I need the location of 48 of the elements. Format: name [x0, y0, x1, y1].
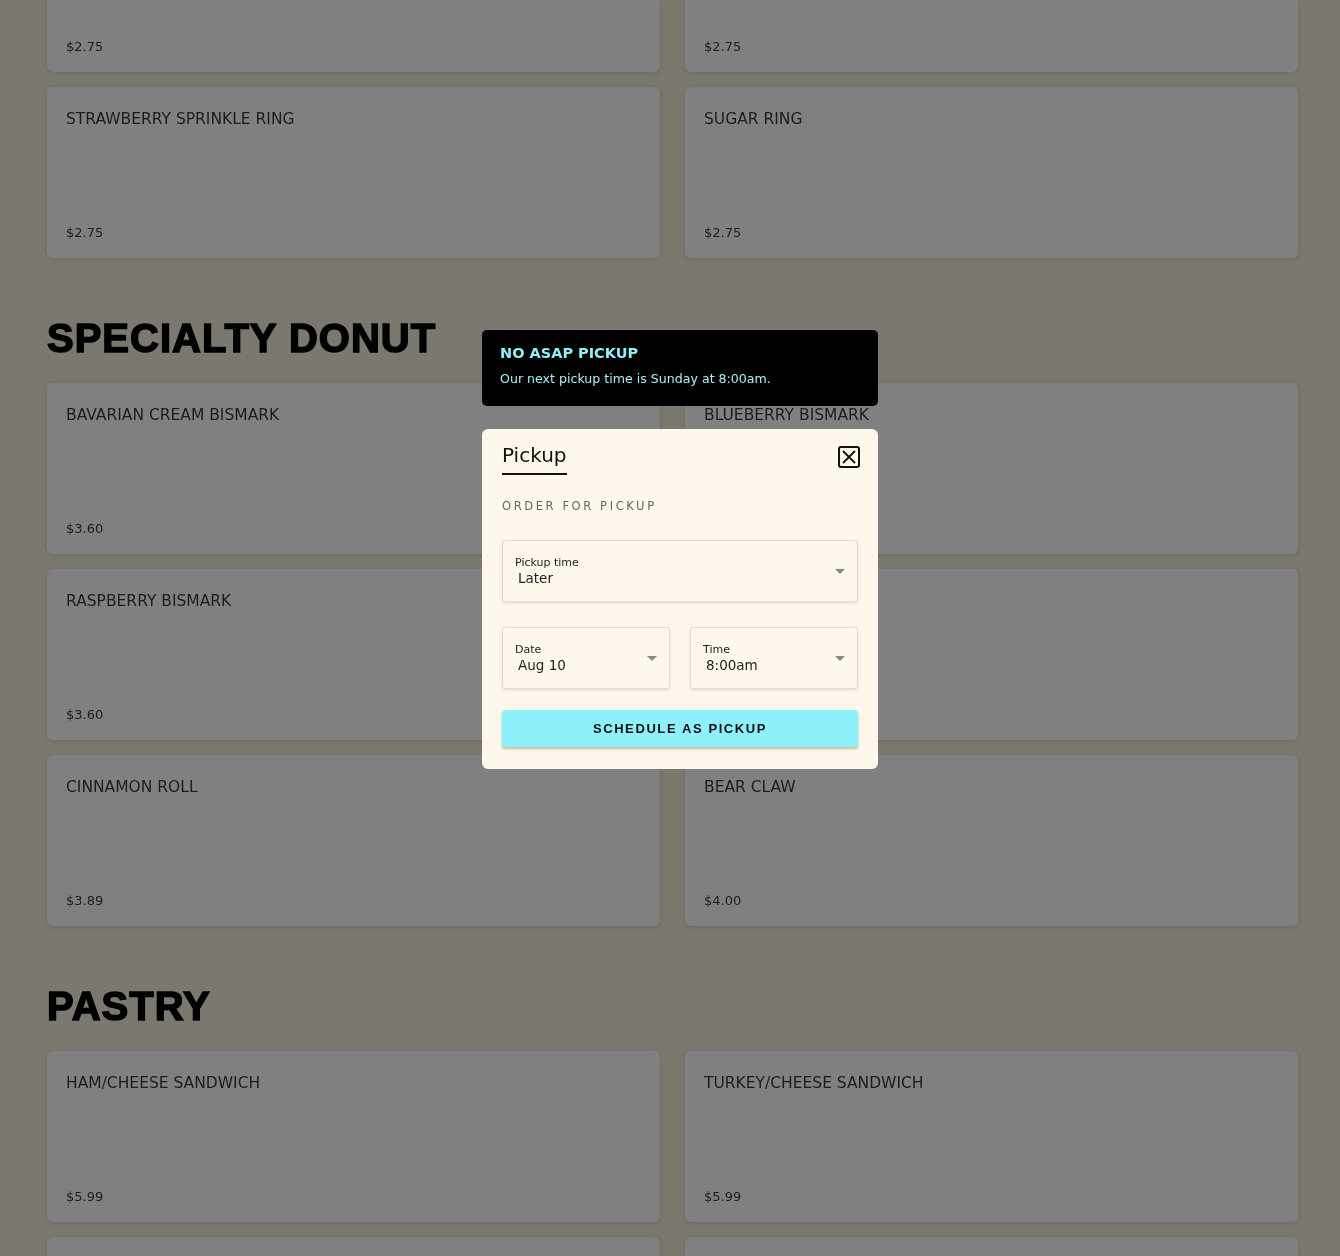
item-price: $2.75 — [66, 39, 104, 54]
field-value: Later — [518, 570, 554, 586]
menu-item-card[interactable]: STRAWBERRY SPRINKLE RING $2.75 — [47, 87, 660, 258]
section-heading: SPECIALTY DONUT — [47, 317, 437, 359]
field-value: 8:00am — [706, 657, 758, 673]
menu-item-card[interactable]: CINNAMON ROLL $3.89 — [47, 755, 660, 926]
item-price: $3.89 — [66, 893, 104, 908]
select-field[interactable]: Date Aug 10 — [502, 627, 670, 689]
item-price: $5.99 — [66, 1189, 104, 1204]
item-name: BEAR CLAW — [704, 778, 796, 796]
menu-item-card[interactable]: SUGAR RING $2.75 — [685, 87, 1298, 258]
schedule-button[interactable]: SCHEDULE AS PICKUP — [502, 710, 858, 747]
menu-item-card[interactable]: $2.75 — [47, 0, 660, 72]
menu-item-card[interactable]: BEAR CLAW $4.00 — [685, 755, 1298, 926]
field-value: Aug 10 — [518, 657, 566, 673]
dialog-title: Pickup — [502, 443, 567, 475]
dialog-subtitle: ORDER FOR PICKUP — [502, 499, 657, 513]
close-button[interactable] — [838, 446, 860, 468]
toast-message: Our next pickup time is Sunday at 8:00am. — [500, 371, 771, 386]
item-price: $2.75 — [66, 225, 104, 240]
menu-item-card[interactable]: TURKEY/CHEESE SANDWICH $5.99 — [685, 1051, 1298, 1222]
item-price: $4.00 — [704, 893, 742, 908]
field-label: Pickup time — [515, 556, 579, 569]
item-name: BAVARIAN CREAM BISMARK — [66, 406, 280, 424]
item-name: BLUEBERRY BISMARK — [704, 406, 869, 424]
dropdown-caret-icon — [835, 568, 845, 574]
select-field[interactable]: Pickup time Later — [502, 540, 858, 602]
item-name: RASPBERRY BISMARK — [66, 592, 232, 610]
item-price: $5.99 — [704, 1189, 742, 1204]
menu-item-card[interactable]: HAM/CHEESE SANDWICH $5.99 — [47, 1051, 660, 1222]
item-name: STRAWBERRY SPRINKLE RING — [66, 110, 295, 128]
field-label: Date — [515, 643, 543, 656]
item-name: HAM/CHEESE SANDWICH — [66, 1074, 261, 1092]
toast-title: NO ASAP PICKUP — [500, 345, 639, 361]
item-price: $3.60 — [66, 521, 104, 536]
select-field[interactable]: Time 8:00am — [690, 627, 858, 689]
item-name: CINNAMON ROLL — [66, 778, 198, 796]
item-name: TURKEY/CHEESE SANDWICH — [704, 1074, 924, 1092]
field-label: Time — [703, 643, 731, 656]
menu-item-card[interactable]: $2.75 — [685, 0, 1298, 72]
dropdown-caret-icon — [835, 655, 845, 661]
dropdown-caret-icon — [647, 655, 657, 661]
item-price: $2.75 — [704, 39, 742, 54]
close-icon — [842, 450, 856, 464]
item-name: SUGAR RING — [704, 110, 803, 128]
item-price: $3.60 — [66, 707, 104, 722]
item-price: $2.75 — [704, 225, 742, 240]
section-heading: PASTRY — [47, 985, 211, 1027]
